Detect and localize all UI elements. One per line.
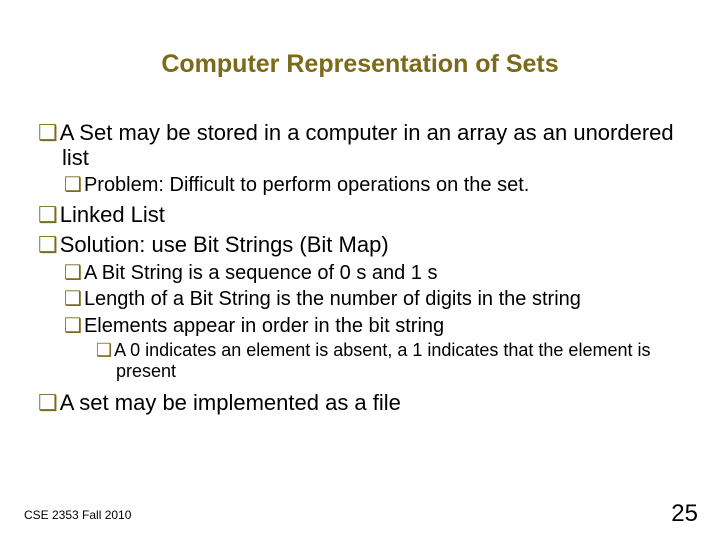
bullet-level2: ❑Length of a Bit String is the number of… bbox=[64, 288, 690, 310]
square-bullet-icon: ❑ bbox=[38, 390, 58, 415]
bullet-text: A 0 indicates an element is absent, a 1 … bbox=[114, 340, 650, 381]
bullet-text: Length of a Bit String is the number of … bbox=[84, 288, 581, 310]
bullet-text: Elements appear in order in the bit stri… bbox=[84, 315, 444, 337]
page-number: 25 bbox=[671, 500, 698, 528]
square-bullet-icon: ❑ bbox=[64, 262, 82, 284]
bullet-level3: ❑A 0 indicates an element is absent, a 1… bbox=[96, 340, 690, 381]
bullet-level1: ❑Solution: use Bit Strings (Bit Map) bbox=[38, 233, 690, 258]
bullet-text: A set may be implemented as a file bbox=[60, 390, 401, 415]
bullet-text: A Set may be stored in a computer in an … bbox=[60, 120, 674, 170]
bullet-level2: ❑Elements appear in order in the bit str… bbox=[64, 315, 690, 337]
bullet-text: Solution: use Bit Strings (Bit Map) bbox=[60, 232, 389, 257]
slide-content: ❑A Set may be stored in a computer in an… bbox=[38, 115, 690, 416]
bullet-text: Linked List bbox=[60, 202, 165, 227]
footer-course: CSE 2353 Fall 2010 bbox=[24, 508, 131, 522]
slide-title: Computer Representation of Sets bbox=[0, 50, 720, 79]
square-bullet-icon: ❑ bbox=[96, 340, 112, 360]
square-bullet-icon: ❑ bbox=[38, 120, 58, 145]
slide: Computer Representation of Sets ❑A Set m… bbox=[0, 0, 720, 540]
square-bullet-icon: ❑ bbox=[64, 174, 82, 196]
bullet-level2: ❑Problem: Difficult to perform operation… bbox=[64, 174, 690, 196]
bullet-level1: ❑A set may be implemented as a file bbox=[38, 391, 690, 416]
bullet-text: A Bit String is a sequence of 0 s and 1 … bbox=[84, 262, 438, 284]
square-bullet-icon: ❑ bbox=[64, 288, 82, 310]
bullet-text: Problem: Difficult to perform operations… bbox=[84, 174, 529, 196]
bullet-level1: ❑Linked List bbox=[38, 203, 690, 228]
square-bullet-icon: ❑ bbox=[38, 232, 58, 257]
bullet-level2: ❑A Bit String is a sequence of 0 s and 1… bbox=[64, 262, 690, 284]
square-bullet-icon: ❑ bbox=[38, 202, 58, 227]
square-bullet-icon: ❑ bbox=[64, 315, 82, 337]
bullet-level1: ❑A Set may be stored in a computer in an… bbox=[38, 121, 690, 170]
